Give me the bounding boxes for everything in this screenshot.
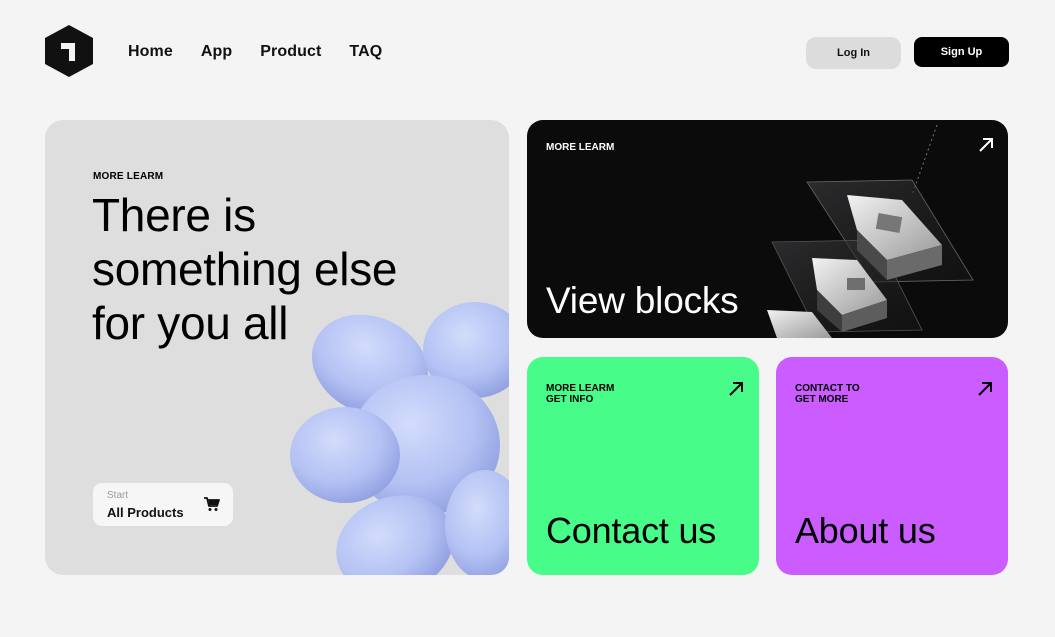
contact-eyebrow-line1: MORE LEARM xyxy=(546,383,615,394)
login-button[interactable]: Log In xyxy=(806,37,901,69)
about-eyebrow-line2: GET MORE xyxy=(795,394,849,405)
arrow-up-right-icon[interactable] xyxy=(976,380,994,398)
contact-us-card[interactable]: MORE LEARM GET INFO Contact us xyxy=(527,357,759,575)
blocks-title: View blocks xyxy=(546,280,739,321)
nav-product[interactable]: Product xyxy=(260,43,321,61)
blocks-illustration xyxy=(767,124,974,338)
main-nav: Home App Product TAQ xyxy=(128,43,382,61)
about-eyebrow-line1: CONTACT TO xyxy=(795,383,860,394)
hero-headline: There is something else for you all xyxy=(92,189,398,349)
contact-eyebrow: MORE LEARM GET INFO xyxy=(546,383,614,405)
arrow-up-right-icon[interactable] xyxy=(977,136,995,154)
about-eyebrow: CONTACT TO GET MORE xyxy=(795,383,860,405)
blocks-eyebrow: MORE LEARM xyxy=(546,142,615,153)
contact-eyebrow-line2: GET INFO xyxy=(546,394,594,405)
arrow-up-right-icon[interactable] xyxy=(727,380,745,398)
start-label: Start xyxy=(107,490,129,501)
view-blocks-card[interactable]: MORE LEARM View blocks xyxy=(527,120,1008,338)
nav-taq[interactable]: TAQ xyxy=(349,43,382,61)
all-products-button[interactable]: Start All Products xyxy=(93,483,233,526)
nav-app[interactable]: App xyxy=(201,43,232,61)
hero-card: MORE LEARM There is something else for y… xyxy=(45,120,509,575)
brand-logo[interactable] xyxy=(44,24,94,78)
signup-button[interactable]: Sign Up xyxy=(914,37,1009,67)
about-us-card[interactable]: CONTACT TO GET MORE About us xyxy=(776,357,1008,575)
contact-title: Contact us xyxy=(546,510,717,551)
hero-eyebrow: MORE LEARM xyxy=(93,171,164,182)
nav-home[interactable]: Home xyxy=(128,43,173,61)
all-products-label: All Products xyxy=(107,505,184,520)
cart-icon xyxy=(204,497,220,511)
about-title: About us xyxy=(795,510,936,551)
